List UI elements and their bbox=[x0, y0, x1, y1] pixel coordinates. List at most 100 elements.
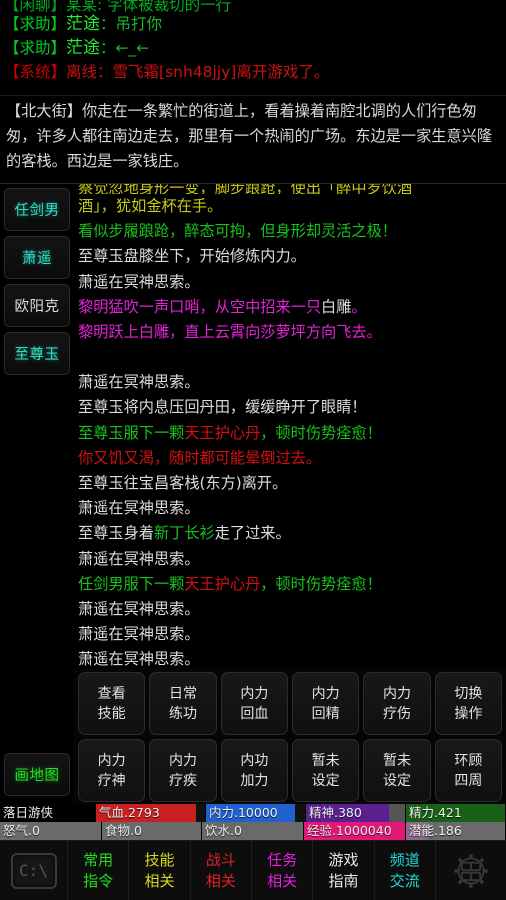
console-icon-text: C:\ bbox=[19, 861, 48, 880]
game-log-segment: 至尊玉往宝昌客栈(东方)离开。 bbox=[78, 474, 288, 493]
command-button-10[interactable]: 暂未 设定 bbox=[363, 739, 431, 802]
chat-clipped-text: 【闲聊】某某: 字体被裁切的一行 bbox=[4, 0, 232, 12]
tab-label-line2: 相关 bbox=[144, 871, 175, 890]
rail-item-label: 欧阳克 bbox=[14, 299, 60, 315]
room-description: 【北大街】你走在一条繁忙的街道上，看着操着南腔北调的人们行色匆匆，许多人都往南边… bbox=[0, 96, 506, 184]
command-button-7[interactable]: 内力 疗疾 bbox=[149, 739, 217, 802]
stat-bar-label: 精力.421 bbox=[409, 805, 462, 820]
tab-guide[interactable]: 游戏 指南 bbox=[313, 841, 375, 900]
game-log-segment: 黎明猛吹一声口哨，从空中招来一只 bbox=[78, 297, 321, 316]
game-log-line: 萧遥在冥神思索。 bbox=[78, 270, 502, 295]
stat-bar-label: 食物.0 bbox=[105, 823, 142, 838]
command-button-line1: 日常 bbox=[168, 685, 197, 702]
tab-label-line2: 交流 bbox=[389, 871, 420, 890]
command-button-3[interactable]: 内力 回精 bbox=[292, 672, 360, 735]
tab-label-line2: 指令 bbox=[83, 871, 114, 890]
command-button-line1: 内力 bbox=[311, 685, 340, 702]
tab-quests[interactable]: 任务 相关 bbox=[251, 841, 314, 900]
game-log-segment: 新丁长衫 bbox=[153, 524, 215, 543]
command-button-line2: 技能 bbox=[97, 705, 126, 722]
stat-bar-label: 内力.10000 bbox=[209, 805, 278, 820]
stat-bar-label: 气血.2793 bbox=[99, 805, 160, 820]
stat-secondary-4: 潜能.186 bbox=[406, 822, 506, 840]
game-log-line: 黎明跃上白雕，直上云霄向莎萝坪方向飞去。 bbox=[78, 320, 502, 345]
tab-skills[interactable]: 技能 相关 bbox=[129, 841, 191, 900]
command-button-2[interactable]: 内力 回血 bbox=[220, 672, 288, 735]
settings-button[interactable] bbox=[435, 841, 506, 900]
draw-map-button[interactable]: 画地图 bbox=[4, 753, 70, 796]
stat-secondary-1: 食物.0 bbox=[102, 822, 202, 840]
stat-bar-label: 精神.380 bbox=[309, 805, 362, 820]
game-log-segment: 至尊玉身着 bbox=[78, 524, 154, 543]
game-log-segment: 任剑男服下一颗 bbox=[78, 574, 185, 593]
chat-separator: ： bbox=[100, 39, 116, 57]
map-button-wrap: 画地图 bbox=[0, 753, 74, 804]
rail-item-label: 任剑男 bbox=[14, 203, 60, 219]
command-button-9[interactable]: 暂未 设定 bbox=[292, 739, 360, 802]
command-button-0[interactable]: 查看 技能 bbox=[78, 672, 146, 735]
tab-label-line1: 任务 bbox=[267, 850, 298, 869]
tab-combat[interactable]: 战斗 相关 bbox=[190, 841, 252, 900]
chat-sender: 离线： bbox=[66, 63, 113, 81]
tab-label-line1: 战斗 bbox=[205, 850, 236, 869]
tab-label-line2: 相关 bbox=[267, 871, 298, 890]
game-log-line: 酒」，犹如金杯在手。 bbox=[78, 194, 502, 219]
game-log-line: 萧遥在冥神思索。 bbox=[78, 496, 502, 521]
rail-item-3[interactable]: 至尊玉 bbox=[4, 332, 70, 375]
game-log-blank-line bbox=[78, 345, 502, 370]
chat-sender[interactable]: 茫途 bbox=[66, 14, 100, 34]
chat-log-panel[interactable]: 【闲聊】某某: 字体被裁切的一行 【求助】茫途：吊打你 【求助】茫途：←_← 【… bbox=[0, 0, 506, 96]
command-button-5[interactable]: 切换 操作 bbox=[434, 672, 502, 735]
command-button-4[interactable]: 内力 疗伤 bbox=[363, 672, 431, 735]
bottom-toolbar: C:\ 常用 指令 技能 相关 战斗 相关 任务 相关 游戏 指南 频道 交流 bbox=[0, 840, 506, 900]
game-log-segment: 白雕 bbox=[321, 297, 352, 316]
rail-item-1[interactable]: 萧遥 bbox=[4, 236, 70, 279]
game-log-segment: 酒」，犹如金杯在手。 bbox=[78, 197, 223, 215]
stat-primary-0: 落日游侠 bbox=[0, 804, 96, 822]
game-log-segment: 萧遥在冥神思索。 bbox=[78, 625, 200, 644]
command-button-line2: 设定 bbox=[311, 772, 340, 789]
game-log-segment: 萧遥在冥神思索。 bbox=[78, 650, 200, 669]
game-log-line: 萧遥在冥神思索。 bbox=[78, 622, 502, 647]
tab-channels[interactable]: 频道 交流 bbox=[374, 841, 436, 900]
game-log-segment: 萧遥在冥神思索。 bbox=[78, 272, 200, 291]
command-button-line1: 内力 bbox=[97, 752, 126, 769]
rail-item-0[interactable]: 任剑男 bbox=[4, 188, 70, 231]
game-log-line: 至尊玉将内息压回丹田，缓缓睁开了眼睛！ bbox=[78, 395, 502, 420]
stat-bar-label: 潜能.186 bbox=[409, 823, 462, 838]
console-button[interactable]: C:\ bbox=[0, 841, 68, 900]
command-button-line1: 暂未 bbox=[382, 752, 411, 769]
game-client-window: 【闲聊】某某: 字体被裁切的一行 【求助】茫途：吊打你 【求助】茫途：←_← 【… bbox=[0, 0, 506, 900]
chat-message: 吊打你 bbox=[115, 15, 163, 33]
tab-common-commands[interactable]: 常用 指令 bbox=[68, 841, 130, 900]
tab-label-line1: 游戏 bbox=[328, 850, 359, 869]
chat-sender[interactable]: 茫途 bbox=[66, 38, 100, 58]
game-log-segment: 黎明跃上白雕，直上云霄向莎萝坪方向飞去。 bbox=[78, 323, 382, 342]
rail-item-2[interactable]: 欧阳克 bbox=[4, 284, 70, 327]
command-button-line2: 加力 bbox=[240, 772, 269, 789]
game-log-line: 至尊玉服下一颗天王护心丹，顿时伤势痊愈！ bbox=[78, 421, 502, 446]
stat-bar-label: 饮水.0 bbox=[205, 823, 242, 838]
command-button-line2: 四周 bbox=[454, 772, 483, 789]
command-button-8[interactable]: 内功 加力 bbox=[220, 739, 288, 802]
tab-label-line1: 技能 bbox=[144, 850, 175, 869]
main-region: 任剑男 萧遥 欧阳克 至尊玉 画地图 察觉忽地身形一变，脚步踉跄，使出「醉中岁饮… bbox=[0, 184, 506, 804]
stat-primary-1: 气血.2793 bbox=[96, 804, 206, 822]
command-button-1[interactable]: 日常 练功 bbox=[149, 672, 217, 735]
game-log-segment: 看似步履踉跄，醉态可拘，但身形却灵活之极！ bbox=[78, 222, 397, 241]
stat-primary-2: 内力.10000 bbox=[206, 804, 306, 822]
command-button-11[interactable]: 环顾 四周 bbox=[434, 739, 502, 802]
game-log-segment: 至尊玉盘膝坐下，开始修炼内力。 bbox=[78, 247, 306, 266]
game-log-segment: 。 bbox=[351, 297, 367, 316]
command-button-6[interactable]: 内力 疗神 bbox=[78, 739, 146, 802]
chat-tag: 【系统】 bbox=[4, 63, 67, 81]
command-button-line1: 暂未 bbox=[311, 752, 340, 769]
command-button-line2: 疗神 bbox=[97, 772, 126, 789]
character-rail: 任剑男 萧遥 欧阳克 至尊玉 画地图 bbox=[0, 184, 74, 804]
stat-secondary-2: 饮水.0 bbox=[202, 822, 304, 840]
command-button-line1: 内力 bbox=[382, 685, 411, 702]
status-bars: 落日游侠 气血.2793 内力.10000 精神.380 精力.421 怒气.0 食物.0… bbox=[0, 804, 506, 840]
command-button-line2: 疗伤 bbox=[382, 705, 411, 722]
game-log-segment: 萧遥在冥神思索。 bbox=[78, 499, 200, 518]
rail-item-label: 至尊玉 bbox=[14, 347, 60, 363]
